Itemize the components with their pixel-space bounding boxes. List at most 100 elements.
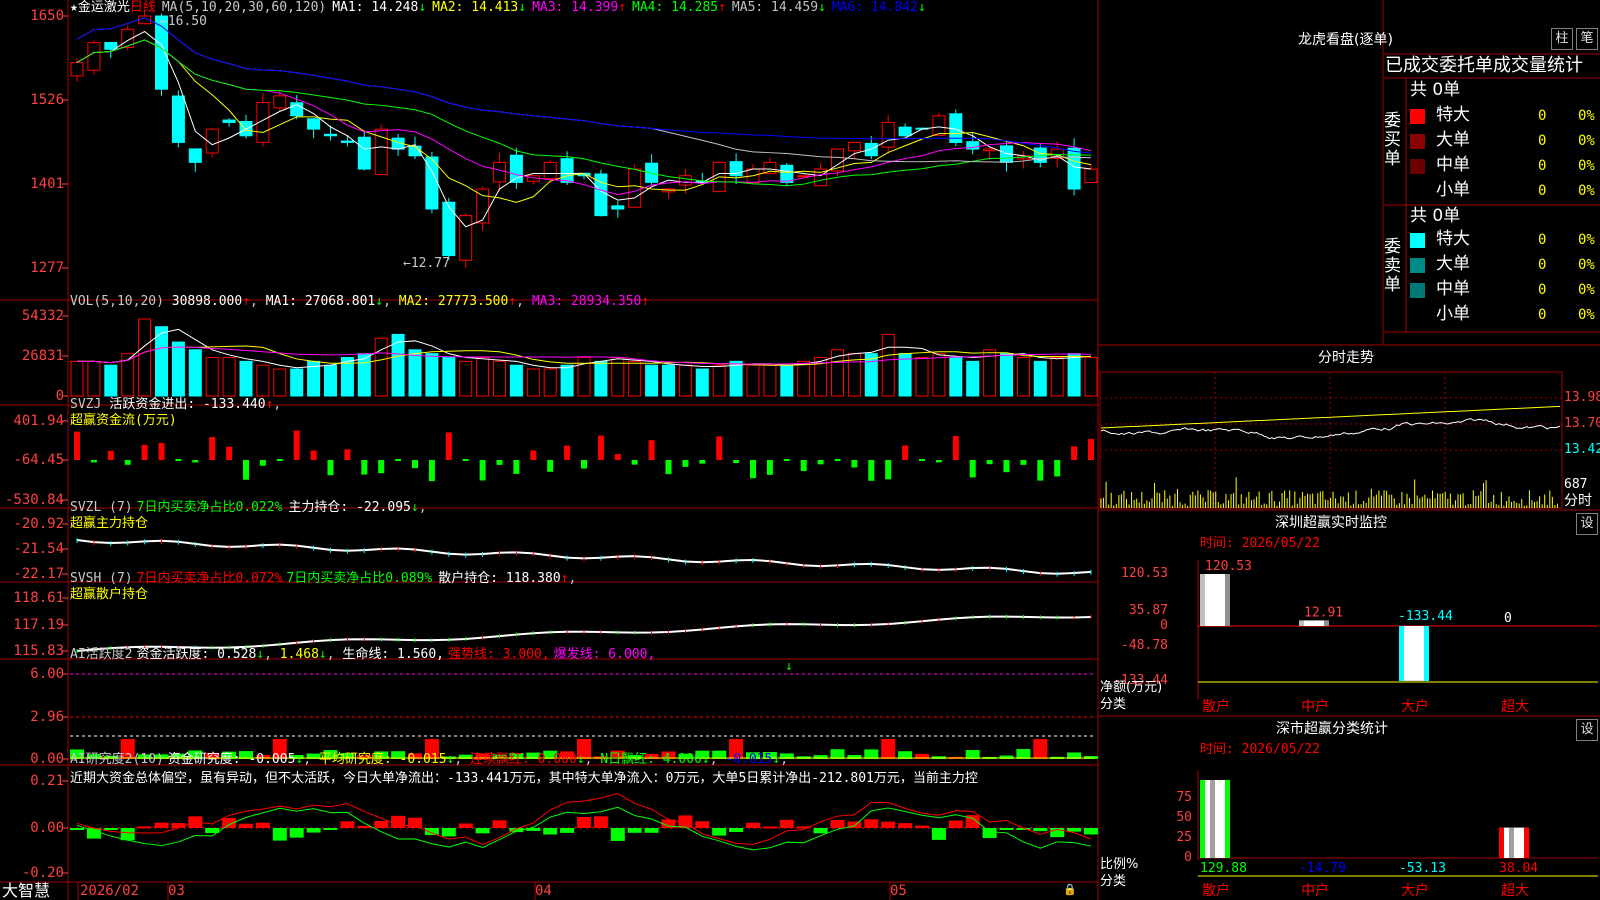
volume-bar bbox=[155, 326, 168, 397]
order-size-label: 大单 bbox=[1436, 254, 1470, 274]
candle bbox=[797, 175, 811, 178]
flow-bar bbox=[952, 435, 959, 460]
class-bar bbox=[1200, 780, 1230, 858]
favorite-star-icon[interactable]: ★ bbox=[70, 0, 78, 15]
x-axis-label: 2026/02 bbox=[80, 883, 140, 899]
ai-activity-panel: ↓ bbox=[70, 659, 1098, 759]
activity-bar bbox=[881, 739, 896, 759]
ai-activity-value2: 1.468 bbox=[279, 647, 319, 662]
research-red-streak: 连续飘红: 0.000 bbox=[470, 752, 577, 767]
research-extra: -0.015 bbox=[725, 752, 773, 767]
monitor-y-tick: 0 bbox=[1160, 618, 1168, 633]
research-bar bbox=[408, 817, 422, 828]
flow-bar bbox=[141, 444, 148, 460]
order-size-label: 小单 bbox=[1436, 304, 1470, 324]
period-label[interactable]: 日线 bbox=[130, 0, 156, 15]
research-bar bbox=[391, 815, 406, 828]
research-bar bbox=[695, 821, 710, 828]
research-bar bbox=[1033, 828, 1048, 832]
stock-name[interactable]: 金运激光 bbox=[78, 0, 130, 15]
monitor-value-label: 120.53 bbox=[1205, 559, 1252, 574]
volume-bar bbox=[324, 364, 337, 397]
activity-bar bbox=[1033, 739, 1048, 759]
research-bar bbox=[441, 828, 456, 837]
color-swatch bbox=[1410, 134, 1425, 149]
monitor-bar-edge bbox=[1200, 574, 1205, 626]
volume-bar bbox=[459, 360, 473, 397]
flow-bar bbox=[834, 459, 841, 461]
candle bbox=[273, 95, 287, 109]
svzj-header: SVZJ 活跃资金进出: -133.440↑, bbox=[70, 397, 282, 412]
order-count: 0 bbox=[1538, 232, 1547, 248]
sz-class-settings-button[interactable]: 设 bbox=[1576, 719, 1598, 741]
flow-bar bbox=[412, 460, 418, 469]
buy-orders-label: 委买单 bbox=[1384, 111, 1401, 169]
sz-monitor-settings-button[interactable]: 设 bbox=[1576, 513, 1598, 535]
order-size-label: 小单 bbox=[1436, 180, 1470, 200]
ai-activity-value: 资金活跃度: 0.528 bbox=[136, 647, 257, 662]
flow-bar bbox=[1020, 460, 1027, 465]
volume-bar bbox=[290, 368, 304, 397]
flow-bar bbox=[243, 460, 249, 480]
order-pct: 0% bbox=[1578, 183, 1595, 199]
lock-icon[interactable]: 🔒 bbox=[1063, 884, 1077, 895]
intraday-unit: 分时 bbox=[1564, 493, 1592, 509]
flow-bar bbox=[395, 459, 402, 461]
candle bbox=[476, 188, 490, 224]
vol-label: VOL(5,10,20) bbox=[70, 294, 164, 309]
tab-tick[interactable]: 笔 bbox=[1576, 28, 1598, 50]
volume-bar bbox=[949, 357, 963, 397]
candle bbox=[357, 136, 371, 170]
research-panel bbox=[70, 793, 1098, 851]
vol-ma1: MA1: 27068.801 bbox=[265, 294, 376, 309]
research-bar bbox=[746, 822, 760, 828]
flow-bar bbox=[648, 440, 655, 460]
order-count: 0 bbox=[1538, 307, 1547, 323]
candle bbox=[222, 119, 236, 123]
volume-bar bbox=[1000, 353, 1013, 397]
volume-bar bbox=[1016, 357, 1030, 397]
candle bbox=[881, 121, 895, 148]
flow-bar bbox=[175, 459, 182, 461]
volume-bar bbox=[205, 357, 219, 397]
y-tick-label: 401.94 bbox=[13, 413, 64, 429]
research-bar bbox=[830, 819, 845, 828]
brand-logo[interactable]: 大智慧 bbox=[2, 883, 50, 899]
order-row: 大单 0 0% bbox=[1410, 255, 1598, 277]
class-bar-edge bbox=[1200, 780, 1205, 858]
y-tick-label: -530.84 bbox=[4, 492, 64, 508]
y-tick-label: 2.96 bbox=[30, 709, 64, 725]
order-count: 0 bbox=[1538, 108, 1547, 124]
volume-bar bbox=[239, 360, 253, 397]
candle bbox=[171, 95, 185, 143]
y-tick-label: 118.61 bbox=[13, 590, 64, 606]
volume-bar bbox=[763, 364, 777, 397]
flow-bar bbox=[597, 435, 604, 460]
class-bar bbox=[1499, 827, 1529, 858]
research-header: AI研究度2(10) 资金研究度: -0.005↓, 平均研究度: -0.015↓… bbox=[70, 752, 789, 767]
class-bar-edge bbox=[1499, 827, 1504, 858]
research-bar bbox=[864, 819, 879, 828]
svzj-label: SVZJ bbox=[70, 397, 102, 412]
color-swatch bbox=[1410, 233, 1425, 248]
research-n-red: N日飘红: 4.000 bbox=[600, 752, 702, 767]
candle bbox=[898, 126, 912, 137]
volume-bar bbox=[256, 364, 270, 397]
order-pct: 0% bbox=[1578, 232, 1595, 248]
research-bar bbox=[577, 817, 591, 828]
volume-bar bbox=[729, 360, 743, 397]
monitor-y-tick: -48.78 bbox=[1121, 638, 1168, 654]
flow-bar bbox=[750, 460, 756, 479]
research-bar bbox=[70, 828, 84, 830]
volume-bar bbox=[662, 364, 675, 397]
monitor-bar bbox=[1200, 574, 1230, 626]
order-size-label: 中单 bbox=[1436, 155, 1470, 175]
order-count: 0 bbox=[1538, 282, 1547, 298]
ai-header: AI活跃度2 资金活跃度: 0.528↓, 1.468↓, 生命线: 1.560,… bbox=[70, 647, 656, 662]
flow-bar bbox=[817, 460, 824, 465]
ma-legend-item: MA1: 14.248 bbox=[332, 0, 419, 15]
research-bar bbox=[255, 822, 270, 828]
flow-bar bbox=[1071, 446, 1078, 460]
tab-column[interactable]: 柱 bbox=[1551, 28, 1573, 50]
flow-bar bbox=[513, 460, 520, 474]
